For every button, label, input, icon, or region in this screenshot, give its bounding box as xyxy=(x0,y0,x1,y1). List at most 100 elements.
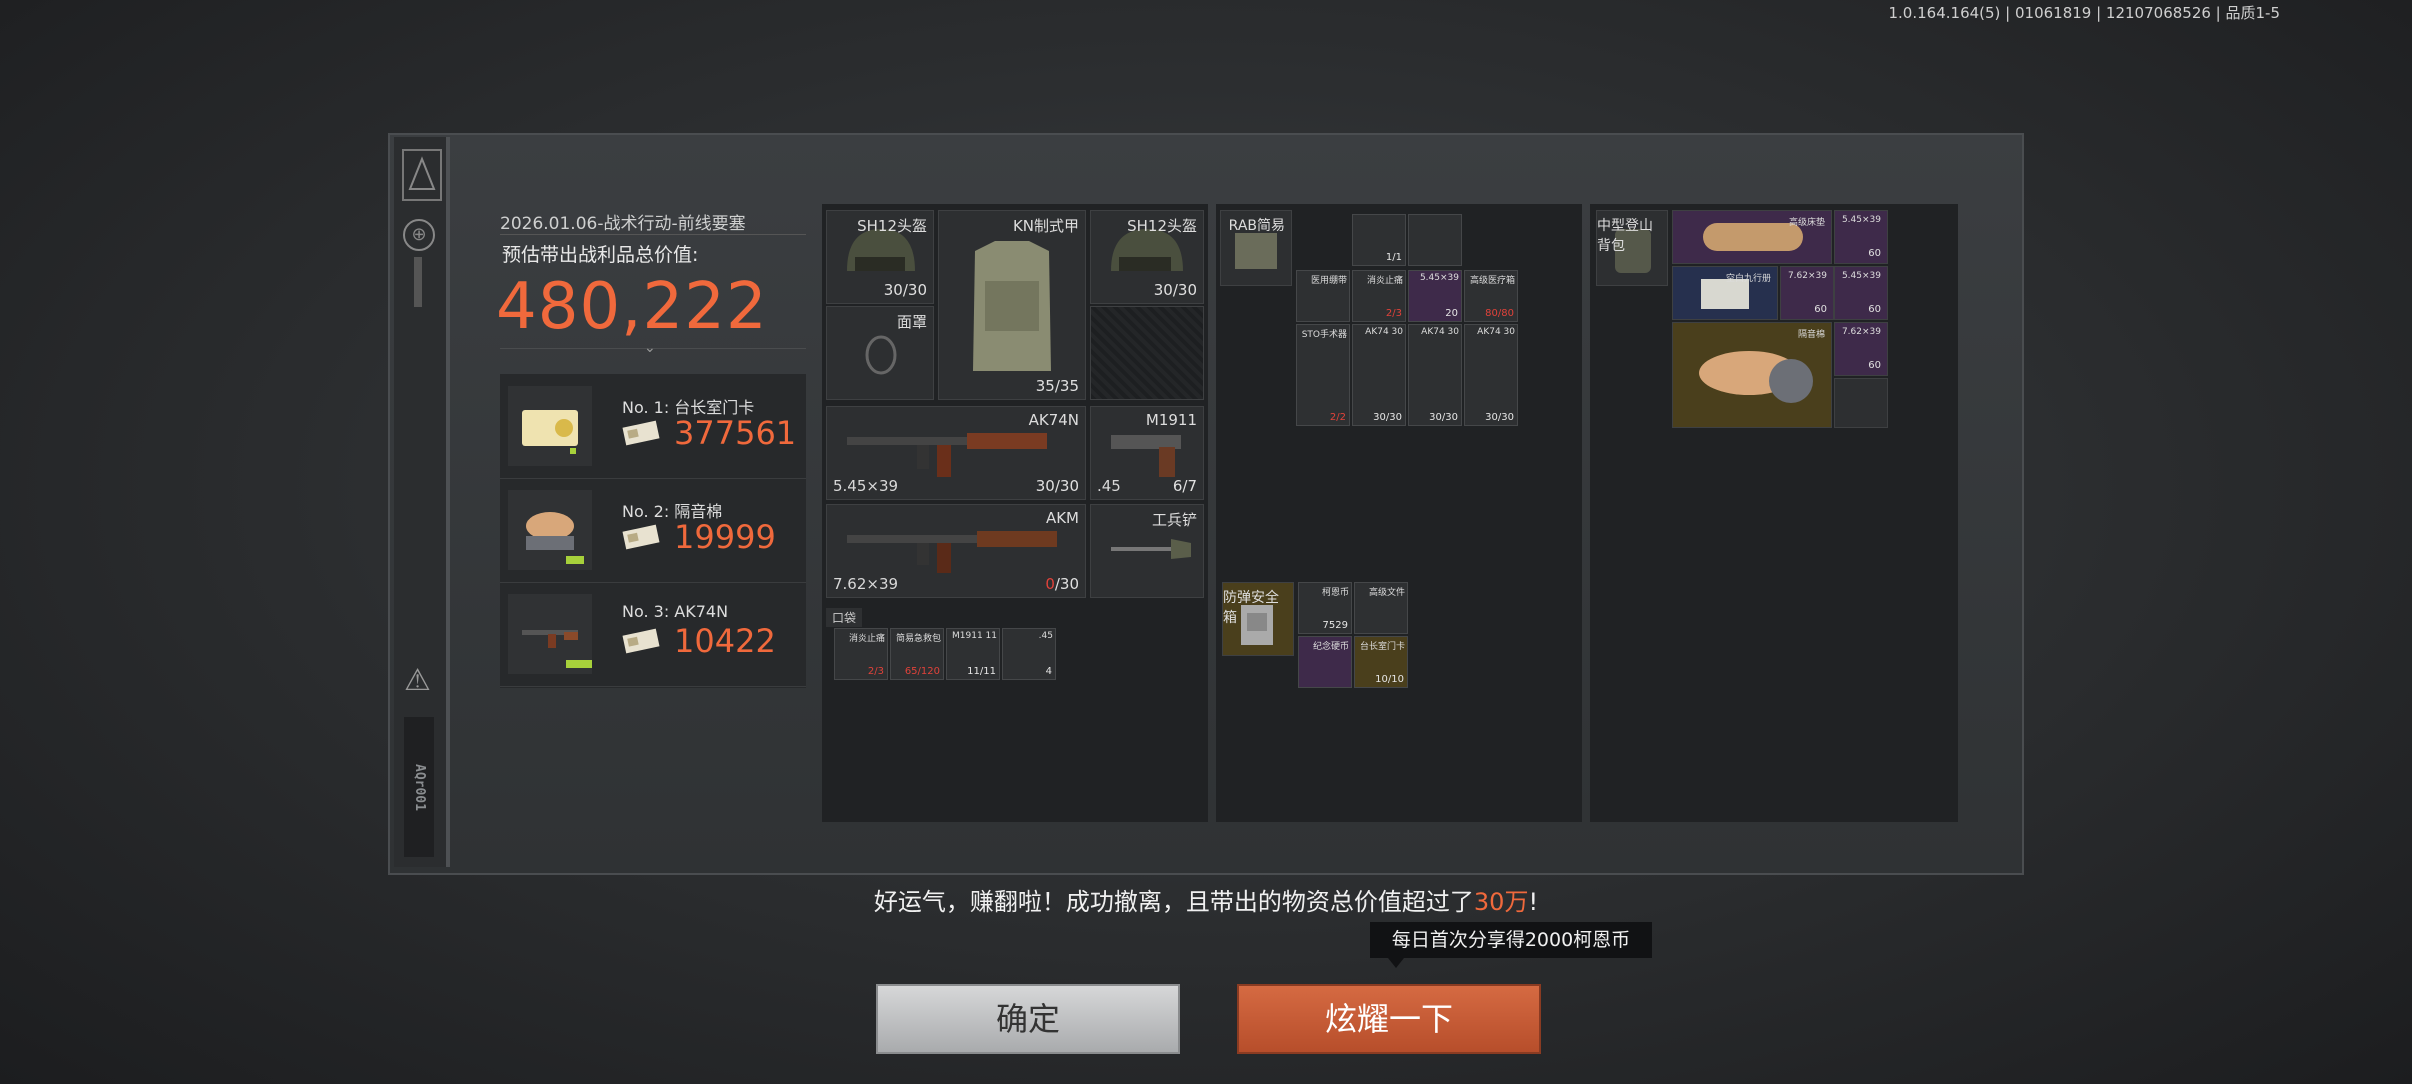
primary-weapon-slot[interactable]: AK74N 5.45×39 30/30 xyxy=(826,406,1086,500)
slot-caliber: 5.45×39 xyxy=(833,477,899,495)
item-slot[interactable]: STO手术器 2/2 xyxy=(1296,324,1350,426)
slot-label: 7.62×39 xyxy=(1787,271,1827,281)
backpack-item[interactable]: 高级床垫 xyxy=(1672,210,1832,264)
top-item[interactable]: No. 2: 隔音棉 19999 xyxy=(500,478,806,583)
item-label: 纪念硬币 xyxy=(1312,642,1349,652)
item-count: 2/3 xyxy=(1385,308,1402,319)
backpack-item[interactable]: 空白九行册 xyxy=(1672,266,1778,320)
item-slot[interactable]: M1911 11 11/11 xyxy=(946,628,1000,680)
top-item[interactable]: No. 3: AK74N 10422 xyxy=(500,582,806,687)
slot-count: 0/30 xyxy=(1045,575,1079,593)
slot-count: 60 xyxy=(1868,248,1881,259)
item-slot[interactable]: 纪念硬币 xyxy=(1298,636,1352,688)
raid-title: 2026.01.06-战术行动-前线要塞 xyxy=(500,214,746,234)
slot-label: KN制式甲 xyxy=(1012,217,1079,235)
item-slot[interactable]: AK74 30 30/30 xyxy=(1464,324,1518,426)
slot-caliber: .45 xyxy=(1097,477,1121,495)
backpack-item[interactable]: 5.45×39 60 xyxy=(1834,266,1888,320)
item-slot[interactable] xyxy=(1408,214,1462,266)
item-slot[interactable]: 消炎止痛 2/3 xyxy=(1352,270,1406,322)
item-slot[interactable]: .45 4 xyxy=(1002,628,1056,680)
item-slot[interactable]: 1/1 xyxy=(1352,214,1406,266)
warning-icon: ⚠ xyxy=(404,663,431,698)
backpack-item[interactable]: 5.45×39 60 xyxy=(1834,210,1888,264)
item-slot[interactable]: 简易急救包 65/120 xyxy=(890,628,944,680)
share-button[interactable]: 炫耀一下 xyxy=(1237,984,1541,1054)
side-slot xyxy=(414,257,422,307)
item-slot[interactable]: AK74 30 30/30 xyxy=(1352,324,1406,426)
melee-slot[interactable]: 工兵铲 xyxy=(1090,504,1204,598)
pocket-grid: 消炎止痛 2/3 简易急救包 65/120 M1911 11 11/11 .45 4 xyxy=(834,628,1070,682)
slot-label: SH12头盔 xyxy=(1127,217,1197,235)
divider xyxy=(500,234,806,235)
slot-count: 6/7 xyxy=(1172,477,1197,495)
item-slot[interactable]: 医用绷带 xyxy=(1296,270,1350,322)
item-label: .45 xyxy=(1038,631,1053,641)
globe-icon: ⊕ xyxy=(403,219,435,251)
confirm-button[interactable]: 确定 xyxy=(876,984,1180,1054)
item-slot[interactable]: AK74 30 30/30 xyxy=(1408,324,1462,426)
item-count: 30/30 xyxy=(1373,412,1402,423)
ammo-max: /30 xyxy=(1054,575,1079,593)
item-slot[interactable]: 消炎止痛 2/3 xyxy=(834,628,888,680)
rig-grid: 1/1 医用绷带 消炎止痛 2/3 5.45×39 20 高级医疗箱 80/80 STO手术器 2… xyxy=(1296,210,1576,440)
slot-label: 隔音棉 xyxy=(1797,330,1825,340)
helmet-slot[interactable]: SH12头盔 30/30 xyxy=(1090,210,1204,304)
item-count: 30/30 xyxy=(1485,412,1514,423)
item-count: 4 xyxy=(1045,666,1052,677)
share-tooltip: 每日首次分享得2000柯恩币 xyxy=(1370,922,1652,968)
pocket-label: 口袋 xyxy=(826,608,863,627)
chevron-down-icon[interactable]: ⌄ xyxy=(644,340,656,356)
item-slot[interactable]: 高级医疗箱 80/80 xyxy=(1464,270,1518,322)
item-slot[interactable]: 5.45×39 20 xyxy=(1408,270,1462,322)
safe-case-slot[interactable]: 防弹安全箱 xyxy=(1222,582,1294,656)
item-slot[interactable]: 台长室门卡 10/10 xyxy=(1354,636,1408,688)
slot-label: RAB简易 xyxy=(1228,218,1285,234)
slot-label: AK74N xyxy=(1028,411,1079,429)
item-count: 11/11 xyxy=(967,666,996,677)
side-bar: ⊕ ⚠ AQr001 xyxy=(394,137,450,867)
item-label: AK74 30 xyxy=(1365,327,1403,337)
backpack-slot[interactable]: 中型登山背包 xyxy=(1596,210,1668,286)
empty-slot[interactable] xyxy=(1834,378,1888,428)
item-slot[interactable]: 高级文件 xyxy=(1354,582,1408,634)
helmet-slot[interactable]: SH12头盔 30/30 xyxy=(826,210,934,304)
pistol-slot[interactable]: M1911 .45 6/7 xyxy=(1090,406,1204,500)
cash-icon xyxy=(622,628,662,654)
cash-icon xyxy=(622,524,662,550)
item-label: 消炎止痛 xyxy=(848,634,885,644)
slot-label: 中型登山背包 xyxy=(1597,218,1653,254)
item-count: 2/3 xyxy=(867,666,884,677)
message-text: ! xyxy=(1528,888,1539,916)
mask-slot[interactable]: 面罩 xyxy=(826,306,934,400)
item-count: 80/80 xyxy=(1485,308,1514,319)
item-label: STO手术器 xyxy=(1301,330,1347,340)
top-item-value: 19999 xyxy=(674,518,776,556)
message-highlight: 30万 xyxy=(1473,888,1529,916)
gear-panel: SH12头盔 30/30 面罩 KN制式甲 35/35 SH12头盔 30/30… xyxy=(822,204,1208,822)
slot-label: AKM xyxy=(1045,509,1079,527)
side-code: AQr001 xyxy=(404,717,434,857)
backpack-item[interactable]: 7.62×39 60 xyxy=(1834,322,1888,376)
slot-label: 工兵铲 xyxy=(1151,511,1197,529)
rig-panel: RAB简易 1/1 医用绷带 消炎止痛 2/3 5.45×39 20 高级医疗箱 80/80 S… xyxy=(1216,204,1582,822)
backpack-item[interactable]: 7.62×39 60 xyxy=(1780,266,1834,320)
item-label: AK74 30 xyxy=(1421,327,1459,337)
estimate-label: 预估带出战利品总价值: xyxy=(502,244,699,266)
armor-slot[interactable]: KN制式甲 35/35 xyxy=(938,210,1086,400)
slot-label: 面罩 xyxy=(896,313,927,331)
item-label: 台长室门卡 xyxy=(1359,642,1405,652)
secondary-weapon-slot[interactable]: AKM 7.62×39 0/30 xyxy=(826,504,1086,598)
rig-slot[interactable]: RAB简易 xyxy=(1220,210,1292,286)
backpack-panel: 中型登山背包 高级床垫 5.45×39 60 空白九行册 7.62×39 60 … xyxy=(1590,204,1958,822)
slot-label: 防弹安全箱 xyxy=(1223,590,1279,626)
message-text: 好运气，赚翻啦！成功撤离，且带出的物资总价值超过了 xyxy=(873,888,1474,916)
item-label: AK74 30 xyxy=(1477,327,1515,337)
item-count: 1/1 xyxy=(1385,252,1402,263)
empty-slot[interactable] xyxy=(1090,306,1204,400)
item-slot[interactable]: 柯恩币 7529 xyxy=(1298,582,1352,634)
top-item[interactable]: No. 1: 台长室门卡 377561 xyxy=(500,374,806,479)
item-count: 65/120 xyxy=(904,666,940,677)
slot-count: 60 xyxy=(1868,304,1881,315)
backpack-item[interactable]: 隔音棉 xyxy=(1672,322,1832,428)
